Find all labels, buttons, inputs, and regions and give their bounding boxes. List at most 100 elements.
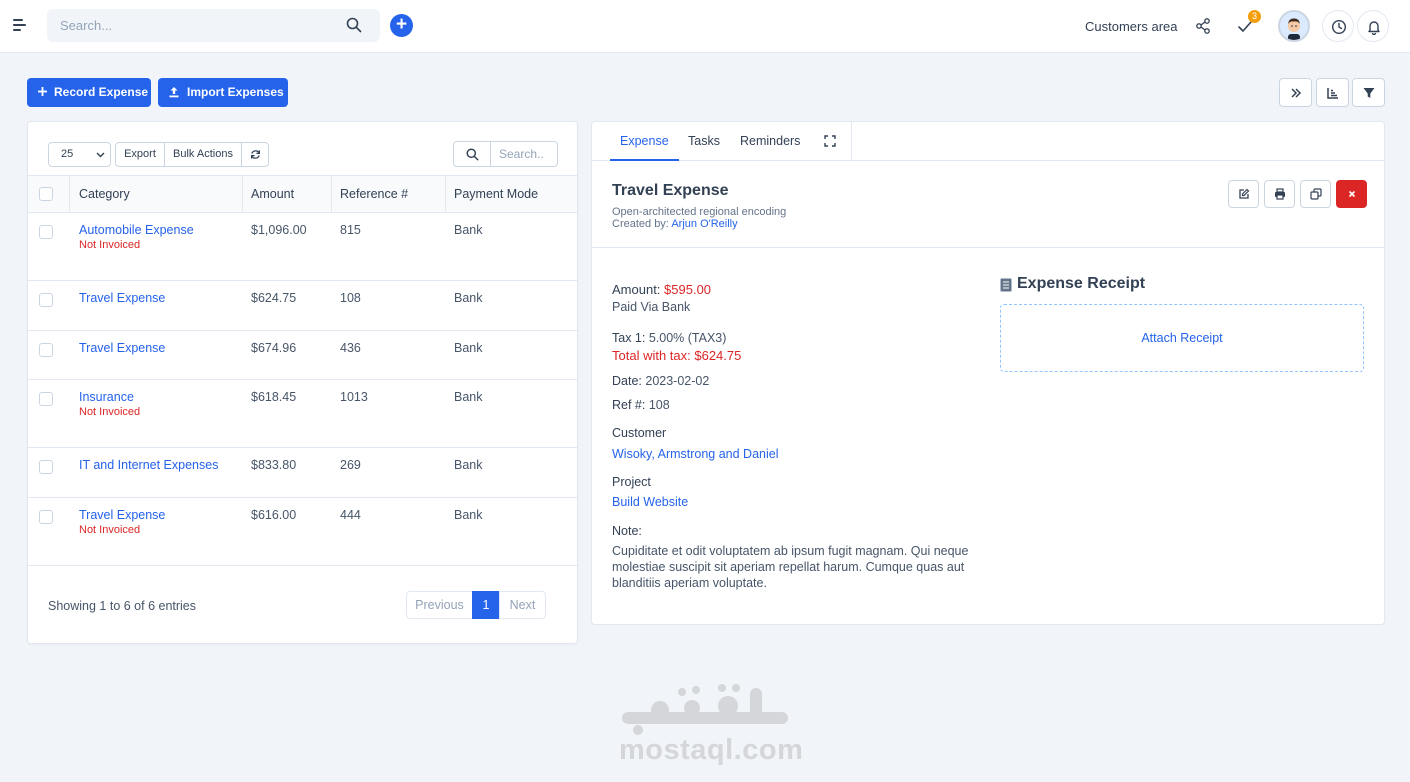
column-header-amount[interactable]: Amount (251, 176, 294, 212)
ref-label: Ref #: (612, 398, 646, 412)
reference-cell: 444 (340, 508, 361, 522)
bar-chart-icon (1327, 88, 1338, 99)
row-checkbox[interactable] (39, 510, 53, 524)
search-icon[interactable] (346, 17, 362, 33)
column-header-category[interactable]: Category (79, 176, 130, 212)
table-row[interactable]: Travel Expense $624.75 108 Bank (28, 281, 577, 331)
paid-via: Paid Via Bank (612, 300, 691, 314)
refresh-icon (250, 150, 260, 159)
attach-receipt-dropzone[interactable]: Attach Receipt (1000, 304, 1364, 372)
tax-row: Tax 1: 5.00% (TAX3) (612, 331, 726, 345)
notifications-button[interactable] (1357, 10, 1389, 42)
user-avatar[interactable] (1278, 10, 1310, 42)
category-link[interactable]: Travel Expense (79, 341, 165, 355)
table-row[interactable]: Insurance Not Invoiced $618.45 1013 Bank (28, 380, 577, 448)
amount-label: Amount: (612, 282, 661, 297)
watermark-text: mostaql.com (619, 734, 804, 766)
table-search-input[interactable] (490, 141, 558, 167)
search-icon (466, 148, 479, 161)
bell-icon (1368, 21, 1380, 35)
invoice-status: Not Invoiced (79, 406, 141, 418)
table-row[interactable]: Travel Expense Not Invoiced $616.00 444 … (28, 498, 577, 566)
delete-button[interactable] (1336, 180, 1367, 208)
pagination-page-1[interactable]: 1 (472, 591, 500, 619)
expenses-table-panel: 25 Export Bulk Actions Category Amount R… (27, 121, 578, 644)
reference-cell: 815 (340, 223, 361, 237)
customers-area-link[interactable]: Customers area (1085, 19, 1177, 34)
upload-icon (169, 87, 179, 98)
row-checkbox[interactable] (39, 225, 53, 239)
filter-button[interactable] (1352, 78, 1385, 107)
bulk-actions-button[interactable]: Bulk Actions (164, 142, 242, 167)
plus-icon (38, 87, 47, 96)
fullscreen-icon[interactable] (824, 135, 836, 147)
watermark-logo (622, 684, 788, 735)
created-by-link[interactable]: Arjun O'Reilly (671, 218, 737, 230)
created-by-label: Created by: (612, 218, 669, 230)
customer-link[interactable]: Wisoky, Armstrong and Daniel (612, 447, 779, 461)
category-link[interactable]: Automobile Expense (79, 223, 194, 237)
tab-tasks[interactable]: Tasks (688, 122, 720, 161)
detail-tabs: Expense Tasks Reminders (592, 122, 1384, 161)
top-bar: + Customers area 3 (0, 0, 1410, 53)
reference-cell: 108 (340, 291, 361, 305)
reload-button[interactable] (241, 142, 269, 167)
copy-button[interactable] (1300, 180, 1331, 208)
import-expenses-button[interactable]: Import Expenses (158, 78, 288, 107)
pagination-previous[interactable]: Previous (406, 591, 473, 619)
record-expense-label: Record Expense (54, 85, 149, 99)
reference-cell: 1013 (340, 390, 368, 404)
table-search-button[interactable] (453, 141, 491, 167)
column-header-reference[interactable]: Reference # (340, 176, 408, 212)
export-button[interactable]: Export (115, 142, 165, 167)
amount-cell: $833.80 (251, 458, 297, 472)
edit-button[interactable] (1228, 180, 1259, 208)
category-link[interactable]: IT and Internet Expenses (79, 458, 218, 472)
record-expense-button[interactable]: Record Expense (27, 78, 151, 107)
menu-toggle-icon[interactable] (13, 19, 27, 33)
tax-value: 5.00% (TAX3) (648, 331, 727, 345)
share-icon[interactable] (1194, 17, 1212, 35)
global-search-input[interactable] (47, 9, 380, 42)
file-icon (1000, 278, 1012, 292)
chart-stats-button[interactable] (1316, 78, 1349, 107)
row-checkbox[interactable] (39, 460, 53, 474)
row-checkbox[interactable] (39, 392, 53, 406)
customer-value[interactable]: Wisoky, Armstrong and Daniel (612, 447, 779, 461)
payment-mode-cell: Bank (454, 390, 483, 404)
select-all-checkbox[interactable] (39, 187, 53, 201)
filter-icon (1363, 88, 1375, 98)
tab-reminders[interactable]: Reminders (740, 122, 800, 161)
page-size-select[interactable]: 25 (48, 142, 111, 167)
row-checkbox[interactable] (39, 293, 53, 307)
table-header: Category Amount Reference # Payment Mode (28, 175, 577, 213)
table-row[interactable]: Travel Expense $674.96 436 Bank (28, 331, 577, 380)
printer-icon (1275, 188, 1285, 200)
category-link[interactable]: Insurance (79, 390, 134, 404)
table-row[interactable]: Automobile Expense Not Invoiced $1,096.0… (28, 213, 577, 281)
print-button[interactable] (1264, 180, 1295, 208)
import-expenses-label: Import Expenses (187, 85, 284, 99)
table-row[interactable]: IT and Internet Expenses $833.80 269 Ban… (28, 448, 577, 498)
amount-cell: $1,096.00 (251, 223, 307, 237)
category-link[interactable]: Travel Expense (79, 508, 165, 522)
reference-cell: 436 (340, 341, 361, 355)
amount-row: Amount: $595.00 (612, 282, 711, 297)
row-checkbox[interactable] (39, 343, 53, 357)
tab-expense[interactable]: Expense (610, 122, 679, 161)
toggle-panel-button[interactable] (1279, 78, 1312, 107)
date-value: 2023-02-02 (645, 374, 710, 388)
project-value[interactable]: Build Website (612, 495, 688, 509)
pagination-next[interactable]: Next (499, 591, 546, 619)
created-by: Created by: Arjun O'Reilly (612, 218, 738, 230)
column-header-payment-mode[interactable]: Payment Mode (454, 176, 538, 212)
category-link[interactable]: Travel Expense (79, 291, 165, 305)
entries-info: Showing 1 to 6 of 6 entries (48, 599, 197, 613)
payment-mode-cell: Bank (454, 291, 483, 305)
timer-button[interactable] (1322, 10, 1354, 42)
project-link[interactable]: Build Website (612, 495, 688, 509)
quick-add-button[interactable]: + (390, 14, 413, 37)
amount-cell: $618.45 (251, 390, 297, 404)
payment-mode-cell: Bank (454, 458, 483, 472)
copy-icon (1310, 188, 1322, 200)
